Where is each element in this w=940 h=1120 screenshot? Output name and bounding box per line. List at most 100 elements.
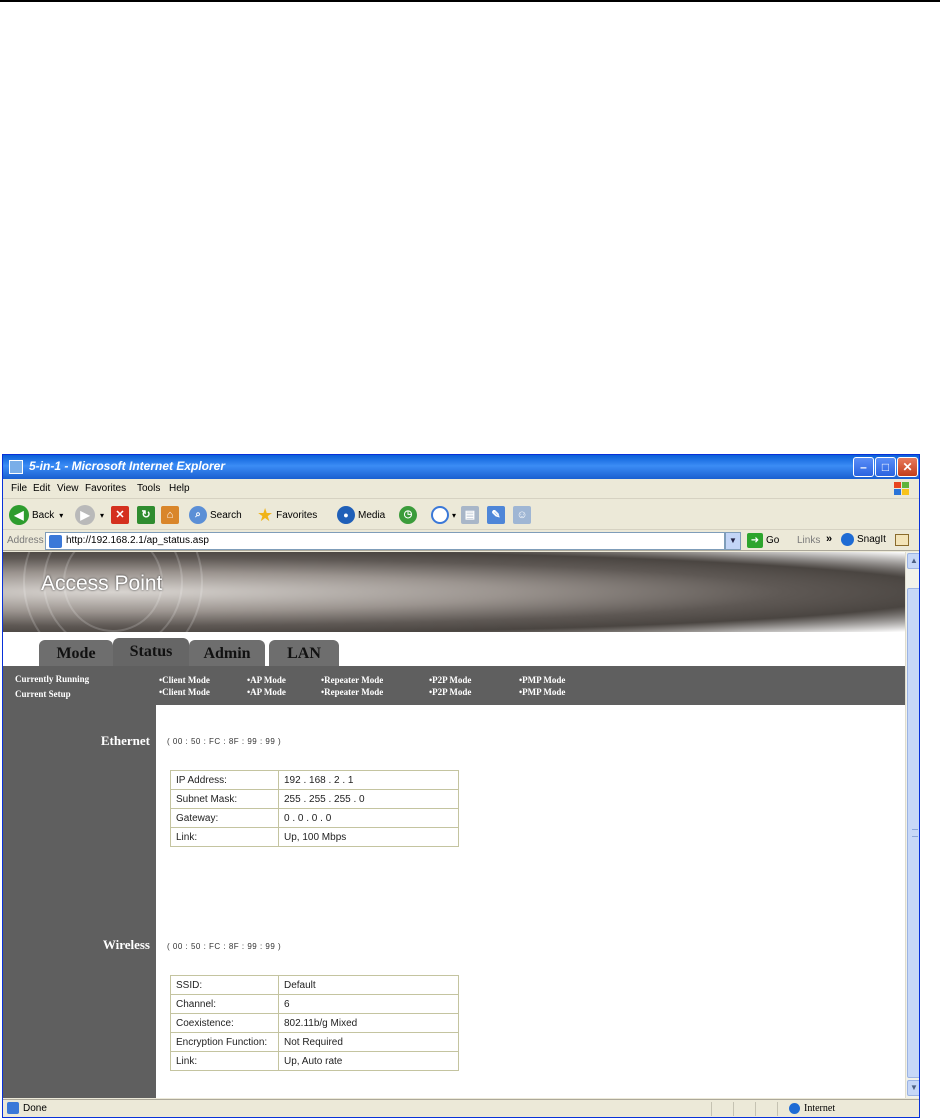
back-dropdown-icon[interactable]: ▾ bbox=[59, 511, 63, 520]
subnet-mask-key: Subnet Mask: bbox=[170, 789, 279, 809]
tab-lan[interactable]: LAN bbox=[269, 640, 339, 666]
table-row: Link: Up, Auto rate bbox=[170, 1051, 459, 1071]
favorites-star-icon: ★ bbox=[257, 504, 274, 525]
forward-button[interactable]: ▶ ▾ bbox=[75, 504, 104, 526]
ethernet-label: Ethernet bbox=[100, 733, 150, 748]
wireless-table: SSID: Default Channel: 6 Coexistence: 80… bbox=[170, 975, 459, 1071]
edit-icon: ✎ bbox=[487, 506, 505, 524]
messenger-button[interactable]: ☺ bbox=[513, 504, 531, 526]
ip-address-value: 192 . 168 . 2 . 1 bbox=[278, 770, 459, 790]
ethernet-table: IP Address: 192 . 168 . 2 . 1 Subnet Mas… bbox=[170, 770, 459, 847]
internet-zone-icon bbox=[789, 1103, 800, 1114]
page-done-icon bbox=[7, 1102, 19, 1114]
go-arrow-icon: ➜ bbox=[747, 533, 763, 548]
coexistence-value: 802.11b/g Mixed bbox=[278, 1013, 459, 1033]
media-label: Media bbox=[358, 509, 386, 521]
current-setup-label: Current Setup bbox=[15, 689, 71, 699]
go-button[interactable]: ➜ Go bbox=[747, 533, 779, 548]
mail-dropdown-icon[interactable]: ▾ bbox=[452, 511, 456, 520]
refresh-button[interactable]: ↻ bbox=[137, 504, 155, 526]
print-button[interactable]: ▤ bbox=[461, 504, 479, 526]
search-label: Search bbox=[210, 509, 242, 521]
address-bar: Address http://192.168.2.1/ap_status.asp… bbox=[3, 531, 919, 551]
gateway-value: 0 . 0 . 0 . 0 bbox=[278, 808, 459, 828]
close-button[interactable]: ✕ bbox=[897, 457, 918, 477]
table-row: Channel: 6 bbox=[170, 994, 459, 1014]
browser-window: 5-in-1 - Microsoft Internet Explorer – □… bbox=[2, 454, 920, 1118]
favorites-button[interactable]: ★ Favorites bbox=[257, 504, 317, 526]
mail-button[interactable]: ▾ bbox=[431, 504, 456, 526]
messenger-icon: ☺ bbox=[513, 506, 531, 524]
wireless-label: Wireless bbox=[102, 937, 150, 952]
stop-button[interactable]: ✕ bbox=[111, 504, 129, 526]
running-repeater-mode: •Repeater Mode bbox=[321, 675, 384, 685]
table-row: Coexistence: 802.11b/g Mixed bbox=[170, 1013, 459, 1033]
encryption-key: Encryption Function: bbox=[170, 1032, 279, 1052]
gateway-key: Gateway: bbox=[170, 808, 279, 828]
page-content: Access Point Mode Status Admin LAN Curre… bbox=[3, 552, 905, 1098]
links-chevron-icon[interactable]: » bbox=[826, 533, 832, 545]
tab-mode[interactable]: Mode bbox=[39, 640, 113, 666]
channel-value: 6 bbox=[278, 994, 459, 1014]
table-row: SSID: Default bbox=[170, 975, 459, 995]
banner-title: Access Point bbox=[41, 572, 163, 595]
scroll-up-arrow-icon[interactable]: ▲ bbox=[907, 553, 919, 569]
menu-edit[interactable]: Edit bbox=[33, 483, 50, 494]
menu-view[interactable]: View bbox=[57, 483, 79, 494]
scroll-down-arrow-icon[interactable]: ▼ bbox=[907, 1080, 919, 1096]
maximize-button[interactable]: □ bbox=[875, 457, 896, 477]
mode-status-strip: Currently Running Current Setup •Client … bbox=[3, 666, 905, 705]
address-url[interactable]: http://192.168.2.1/ap_status.asp bbox=[66, 535, 209, 546]
edit-button[interactable]: ✎ bbox=[487, 504, 505, 526]
setup-client-mode: •Client Mode bbox=[159, 687, 210, 697]
address-dropdown-icon[interactable]: ▼ bbox=[725, 532, 741, 550]
menu-favorites[interactable]: Favorites bbox=[85, 483, 126, 494]
forward-dropdown-icon[interactable]: ▾ bbox=[100, 511, 104, 520]
back-label: Back bbox=[32, 509, 55, 521]
standard-toolbar: ◀ Back ▾ ▶ ▾ ✕ ↻ ⌂ ⌕ Search ★ Favorites … bbox=[3, 500, 919, 530]
ssid-key: SSID: bbox=[170, 975, 279, 995]
table-row: Link: Up, 100 Mbps bbox=[170, 827, 459, 847]
wireless-link-key: Link: bbox=[170, 1051, 279, 1071]
status-bar: Done Internet bbox=[3, 1099, 919, 1117]
setup-p2p-mode: •P2P Mode bbox=[429, 687, 472, 697]
ethernet-link-key: Link: bbox=[170, 827, 279, 847]
home-icon: ⌂ bbox=[161, 506, 179, 524]
links-label[interactable]: Links bbox=[797, 535, 820, 546]
history-button[interactable]: ◷ bbox=[399, 504, 417, 526]
home-button[interactable]: ⌂ bbox=[161, 504, 179, 526]
table-row: IP Address: 192 . 168 . 2 . 1 bbox=[170, 770, 459, 790]
menu-help[interactable]: Help bbox=[169, 483, 190, 494]
title-bar[interactable]: 5-in-1 - Microsoft Internet Explorer – □… bbox=[3, 455, 919, 479]
address-input[interactable]: http://192.168.2.1/ap_status.asp bbox=[45, 532, 725, 550]
left-column: Ethernet Wireless bbox=[3, 705, 156, 1098]
tab-bar: Mode Status Admin LAN bbox=[3, 632, 905, 666]
setup-ap-mode: •AP Mode bbox=[247, 687, 286, 697]
tab-admin[interactable]: Admin bbox=[189, 640, 265, 666]
snagit-capture-icon[interactable] bbox=[895, 534, 909, 546]
menu-tools[interactable]: Tools bbox=[137, 483, 160, 494]
media-button[interactable]: ● Media bbox=[337, 504, 385, 526]
snagit-icon bbox=[841, 533, 854, 546]
snagit-label: SnagIt bbox=[857, 534, 886, 545]
scroll-thumb[interactable] bbox=[907, 588, 919, 1078]
ethernet-link-value: Up, 100 Mbps bbox=[278, 827, 459, 847]
channel-key: Channel: bbox=[170, 994, 279, 1014]
ethernet-mac-address: ( 00 : 50 : FC : 8F : 99 : 99 ) bbox=[167, 737, 282, 746]
currently-running-label: Currently Running bbox=[15, 674, 90, 684]
running-client-mode: •Client Mode bbox=[159, 675, 210, 685]
page-icon bbox=[49, 535, 62, 548]
menu-file[interactable]: File bbox=[11, 483, 27, 494]
history-icon: ◷ bbox=[399, 506, 417, 524]
minimize-button[interactable]: – bbox=[853, 457, 874, 477]
snagit-button[interactable]: SnagIt bbox=[841, 533, 886, 546]
banner: Access Point bbox=[3, 552, 905, 672]
tab-status[interactable]: Status bbox=[113, 638, 189, 666]
back-button[interactable]: ◀ Back ▾ bbox=[9, 504, 63, 526]
table-row: Encryption Function: Not Required bbox=[170, 1032, 459, 1052]
table-row: Subnet Mask: 255 . 255 . 255 . 0 bbox=[170, 789, 459, 809]
vertical-scrollbar[interactable]: ▲ ▼ bbox=[905, 552, 919, 1098]
stop-icon: ✕ bbox=[111, 506, 129, 524]
search-icon: ⌕ bbox=[189, 506, 207, 524]
search-button[interactable]: ⌕ Search bbox=[189, 504, 242, 526]
